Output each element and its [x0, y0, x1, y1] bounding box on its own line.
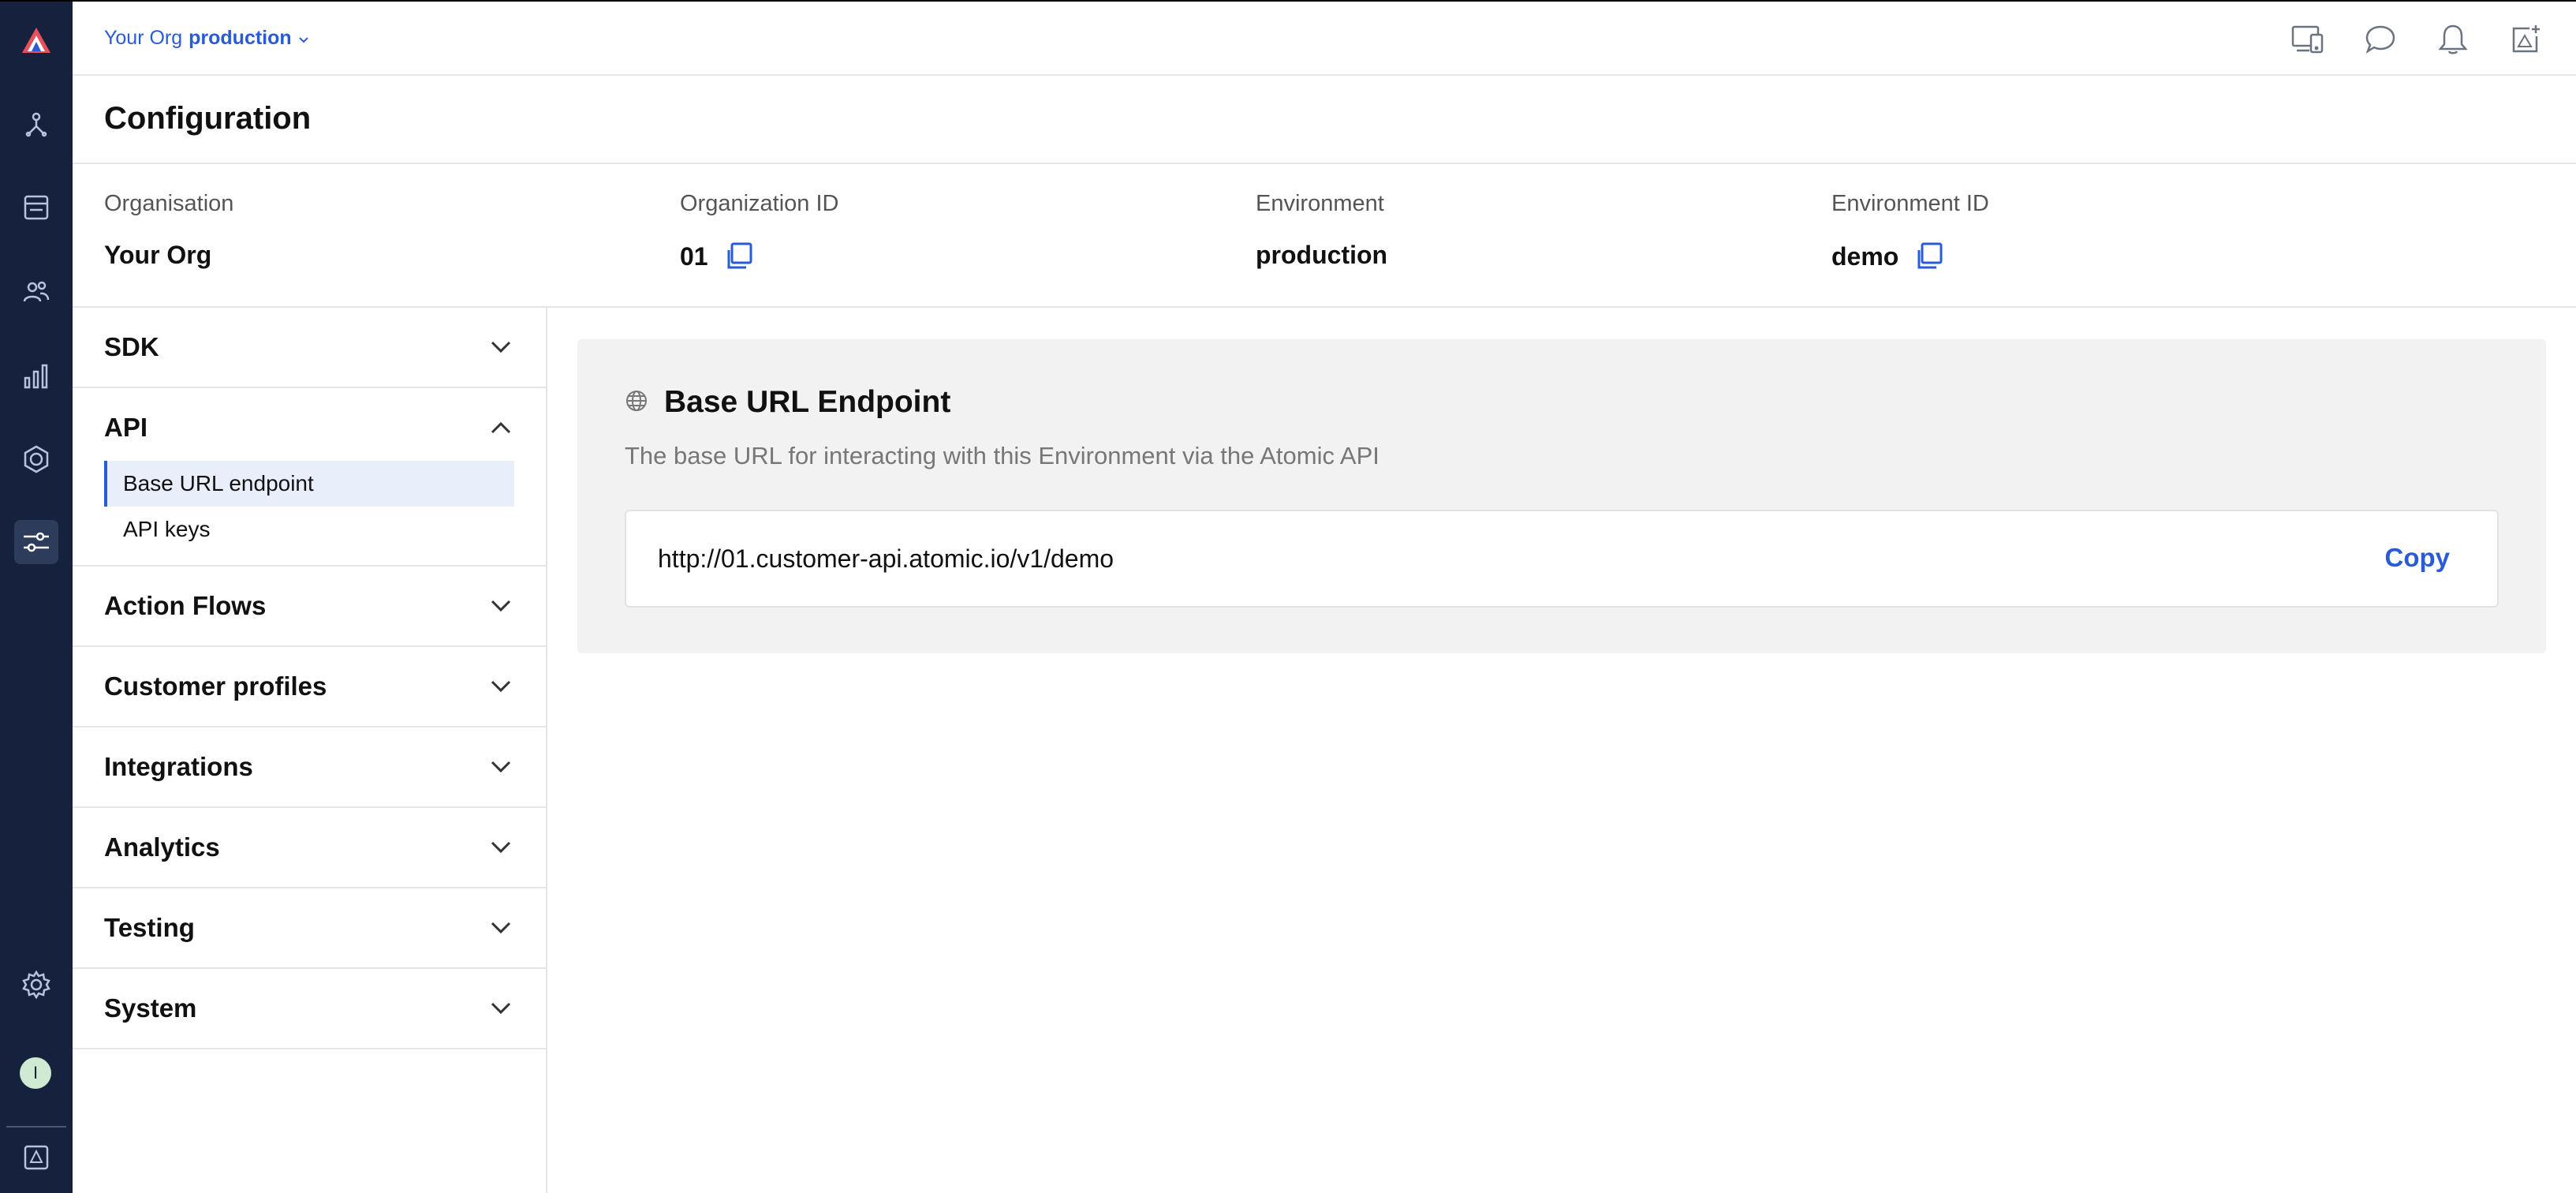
section-header-api[interactable]: API [73, 388, 546, 467]
section-api: API Base URL endpoint API keys [73, 388, 546, 567]
copy-environment-id-icon[interactable] [1913, 241, 1944, 272]
section-header-action-flows[interactable]: Action Flows [73, 567, 546, 645]
chevron-down-icon [487, 834, 514, 861]
cards-icon[interactable] [14, 185, 58, 230]
section-header-integrations[interactable]: Integrations [73, 727, 546, 806]
sidebar-item-api-keys[interactable]: API keys [104, 507, 514, 552]
base-url-endpoint-card: Base URL Endpoint The base URL for inter… [577, 339, 2546, 653]
chevron-down-icon [487, 334, 514, 361]
section-header-system[interactable]: System [73, 969, 546, 1048]
section-testing: Testing [73, 888, 546, 969]
environment-id-label: Environment ID [1831, 191, 1989, 216]
card-header: Base URL Endpoint [625, 385, 950, 420]
workbench-icon[interactable] [14, 1135, 58, 1180]
page-title: Configuration [104, 101, 312, 136]
flows-icon[interactable] [14, 103, 58, 147]
atomic-logo-icon[interactable] [14, 19, 58, 63]
environment-label: Environment [1256, 191, 1384, 216]
environment-id-value: demo [1831, 241, 1899, 271]
section-title: Integrations [104, 752, 253, 781]
section-title: Testing [104, 913, 195, 942]
section-system: System [73, 969, 546, 1049]
section-customer-profiles: Customer profiles [73, 647, 546, 727]
org-environment-switcher[interactable]: Your Org production [104, 27, 309, 50]
configuration-icon[interactable] [14, 520, 58, 564]
section-title: Customer profiles [104, 671, 327, 701]
section-analytics: Analytics [73, 808, 546, 888]
integrations-icon[interactable] [14, 437, 58, 481]
new-card-icon[interactable] [2507, 21, 2544, 58]
sidebar-item-base-url-endpoint[interactable]: Base URL endpoint [104, 461, 514, 507]
api-sub-items: Base URL endpoint API keys [73, 461, 546, 565]
analytics-icon[interactable] [14, 354, 58, 398]
environment-id-info: Environment ID demo [1831, 191, 1989, 272]
section-header-sdk[interactable]: SDK [73, 308, 546, 387]
section-action-flows: Action Flows [73, 567, 546, 647]
globe-icon [625, 389, 648, 417]
organisation-info: Organisation Your Org [104, 191, 233, 270]
avatar-initial: I [32, 1063, 39, 1083]
top-actions [2289, 21, 2544, 58]
section-header-analytics[interactable]: Analytics [73, 808, 546, 887]
section-title: API [104, 413, 148, 442]
chat-icon[interactable] [2361, 21, 2399, 58]
chevron-down-icon [487, 593, 514, 619]
section-title: SDK [104, 332, 159, 361]
chevron-down-icon [487, 673, 514, 700]
environment-info: Environment production [1256, 191, 1387, 270]
organisation-label: Organisation [104, 191, 234, 216]
organization-id-info: Organization ID 01 [680, 191, 839, 272]
left-rail: I [0, 0, 73, 1193]
environment-info-row: Organisation Your Org Organization ID 01… [73, 164, 2576, 308]
section-title: System [104, 993, 197, 1023]
environment-value: production [1256, 241, 1388, 269]
organization-id-value: 01 [680, 241, 708, 271]
copy-organization-id-icon[interactable] [722, 241, 754, 272]
chevron-down-icon [487, 914, 514, 941]
users-icon[interactable] [14, 270, 58, 314]
avatar[interactable]: I [20, 1057, 51, 1089]
card-title: Base URL Endpoint [664, 385, 951, 419]
organization-id-label: Organization ID [680, 191, 839, 216]
copy-url-button[interactable]: Copy [2385, 543, 2451, 573]
configuration-sidebar: SDK API Base URL endpoint API keys Actio… [73, 308, 547, 1193]
top-bar: Your Org production [73, 0, 2576, 76]
settings-icon[interactable] [14, 963, 58, 1007]
chevron-up-icon [487, 414, 514, 441]
chevron-down-icon [487, 995, 514, 1022]
device-preview-icon[interactable] [2289, 21, 2327, 58]
section-header-customer-profiles[interactable]: Customer profiles [73, 647, 546, 726]
org-name: Your Org [104, 27, 183, 49]
section-title: Analytics [104, 832, 220, 862]
base-url-value[interactable]: http://01.customer-api.atomic.io/v1/demo [658, 544, 1114, 574]
section-header-testing[interactable]: Testing [73, 888, 546, 967]
rail-divider [6, 1126, 66, 1128]
environment-name: production [189, 27, 292, 49]
chevron-down-icon [487, 754, 514, 780]
chevron-down-icon [298, 27, 309, 50]
section-sdk: SDK [73, 308, 546, 388]
page-header: Configuration [73, 76, 2576, 164]
section-integrations: Integrations [73, 727, 546, 808]
base-url-field: http://01.customer-api.atomic.io/v1/demo… [625, 510, 2499, 608]
section-title: Action Flows [104, 591, 267, 620]
card-description: The base URL for interacting with this E… [625, 442, 1379, 469]
notifications-icon[interactable] [2434, 21, 2472, 58]
organisation-value: Your Org [104, 241, 212, 269]
